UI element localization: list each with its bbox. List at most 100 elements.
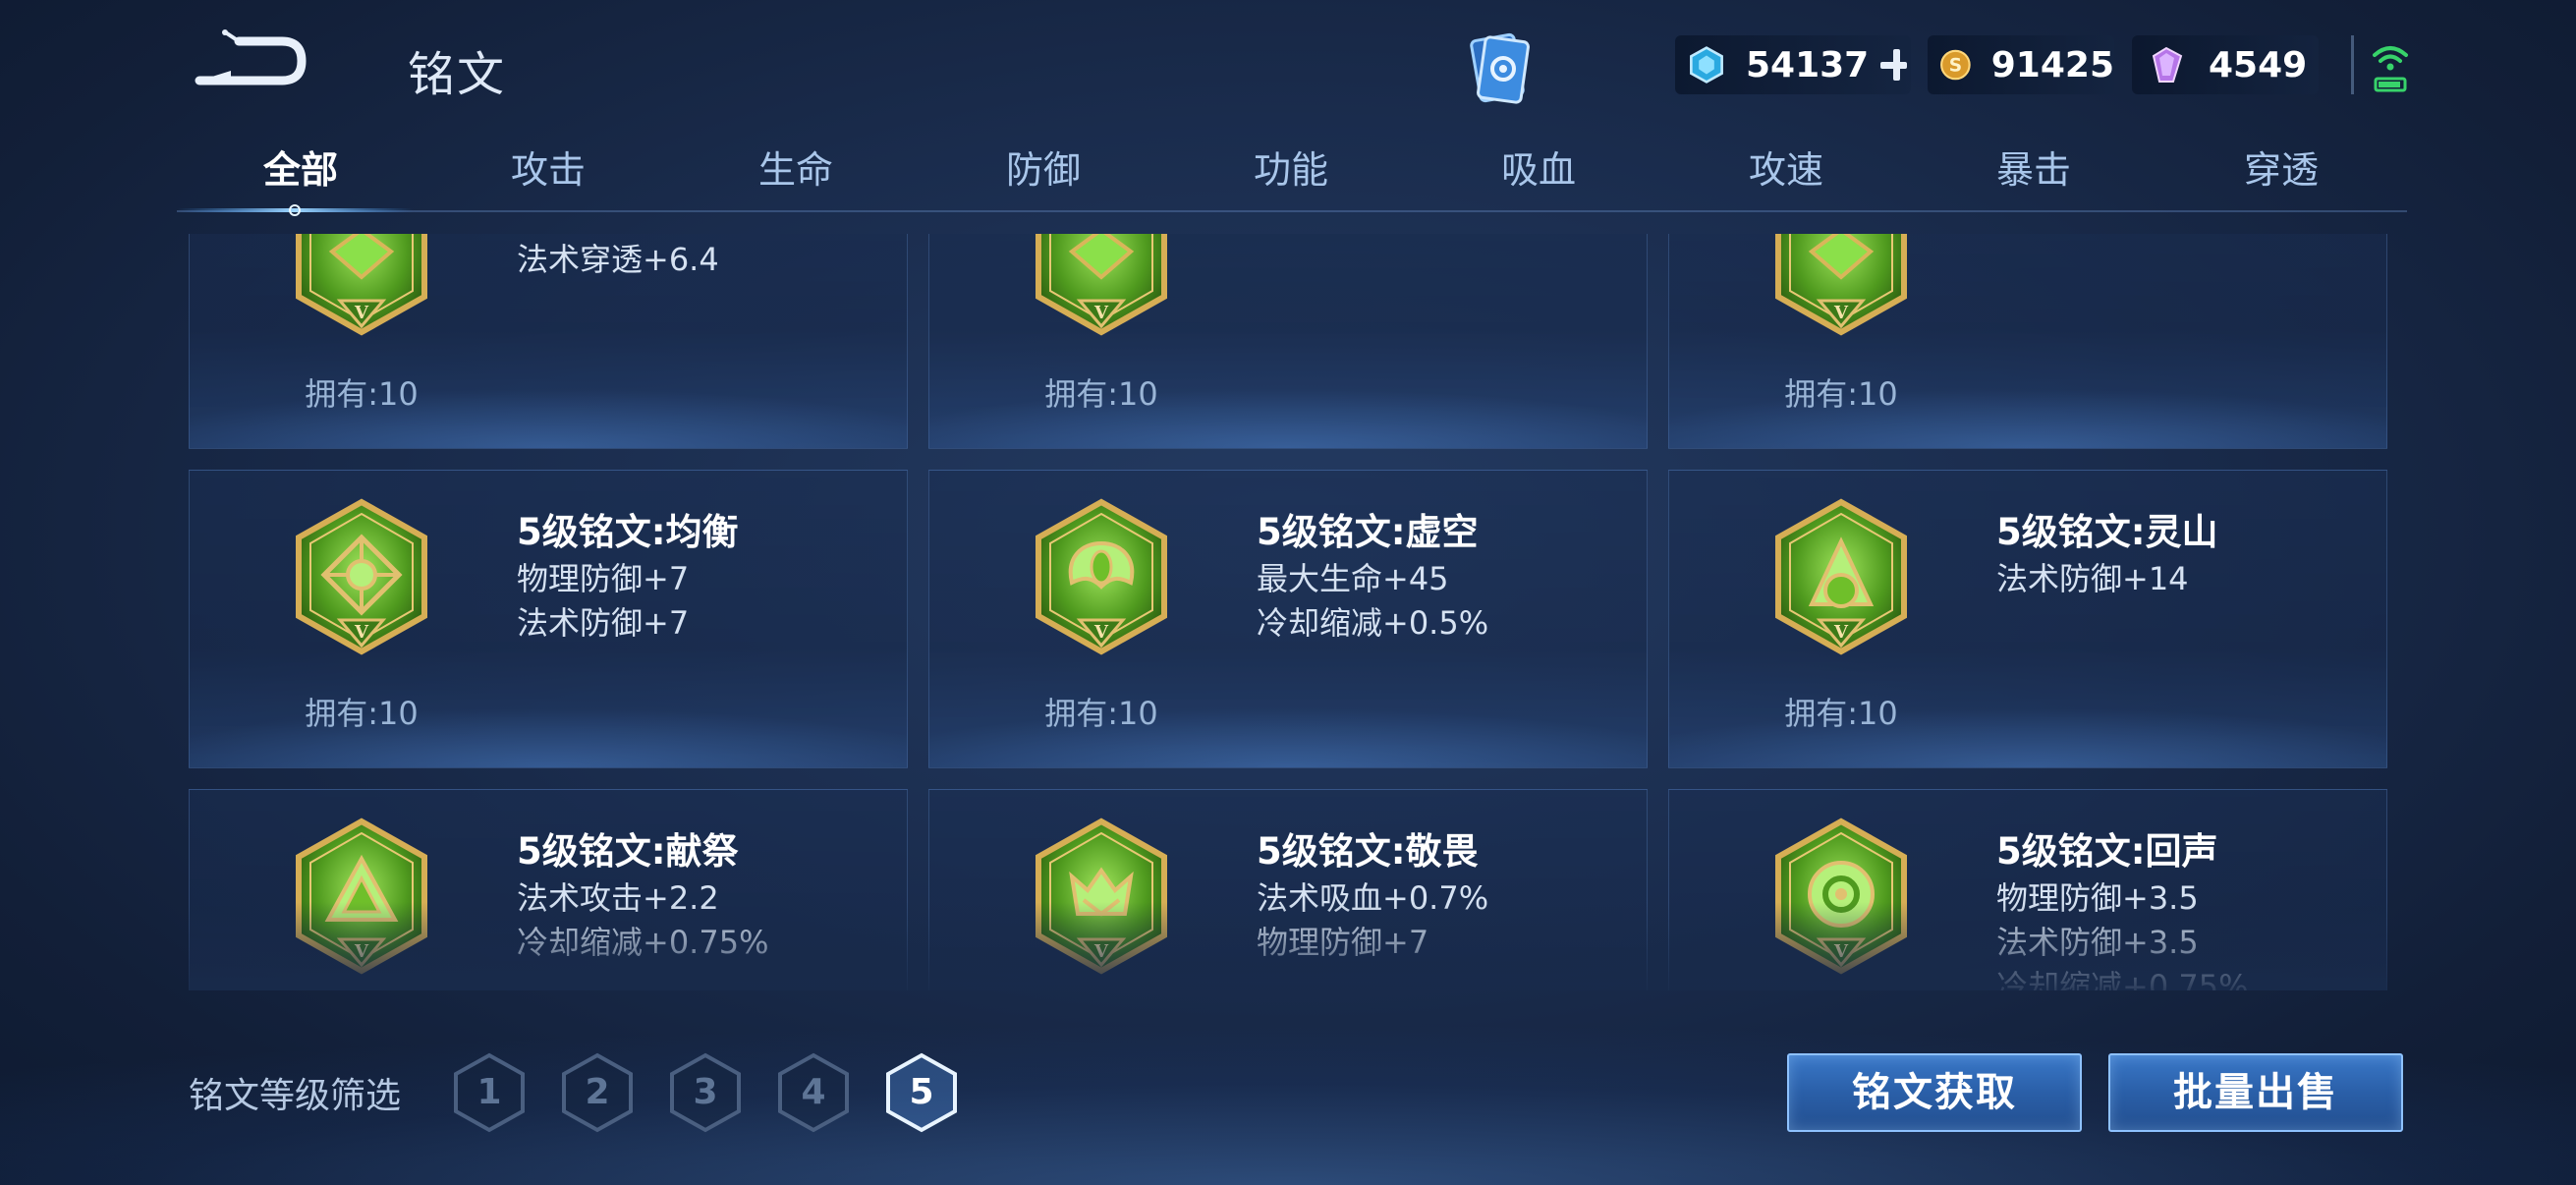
page-title: 铭文 bbox=[408, 47, 507, 102]
rune-card[interactable]: V 5级铭文:均衡物理防御+7 法术防御+7 拥有:10 bbox=[189, 470, 908, 768]
rune-stat: 冷却缩减+0.75% bbox=[1996, 968, 2249, 990]
card-deck-icon bbox=[1470, 32, 1530, 104]
rune-name: 5级铭文:灵山 bbox=[1996, 511, 2218, 553]
rune-name: 5级铭文:献祭 bbox=[517, 830, 739, 873]
tab-all[interactable]: 全部 bbox=[177, 138, 424, 211]
svg-text:V: V bbox=[1833, 303, 1849, 323]
rune-emblem-icon: V bbox=[1775, 818, 1907, 975]
tab-utility[interactable]: 功能 bbox=[1167, 138, 1415, 211]
diamond-coupon-icon bbox=[1690, 46, 1723, 84]
batch-sell-button[interactable]: 批量出售 bbox=[2108, 1053, 2403, 1132]
rune-emblem-icon: V bbox=[1775, 234, 1907, 336]
gold-coin-icon: S bbox=[1940, 49, 1971, 81]
svg-text:V: V bbox=[1833, 941, 1849, 962]
rune-list[interactable]: V 法术穿透+6.4 拥有:10 V 拥有:10 V 拥有:10 V 5级铭文:均衡 物理防御+7… bbox=[189, 234, 2387, 990]
rune-name: 5级铭文:虚空 bbox=[1257, 511, 1479, 553]
gold-coin-counter: S 91425 bbox=[1928, 35, 2114, 94]
tabs-divider bbox=[177, 210, 2407, 212]
rune-stats: 物理防御+7 法术防御+7 bbox=[517, 557, 689, 646]
rune-stats: 法术攻击+2.2 冷却缩减+0.75% bbox=[517, 876, 768, 965]
svg-text:V: V bbox=[354, 303, 369, 323]
rune-owned-count: 拥有:10 bbox=[1044, 375, 1158, 413]
rune-stat: 法术防御+7 bbox=[517, 604, 690, 642]
level-filter-label-5: 5 bbox=[909, 1072, 934, 1112]
rune-stat: 法术穿透+6.4 bbox=[517, 241, 719, 278]
rune-emblem-icon: V bbox=[296, 818, 427, 975]
top-bar: 铭文 54137 S 91425 4549 bbox=[0, 0, 2576, 128]
rune-emblem-icon: V bbox=[1036, 234, 1167, 336]
svg-text:V: V bbox=[1093, 941, 1109, 962]
rune-card[interactable]: V 5级铭文:灵山 法术防御+14 拥有:10 bbox=[1668, 470, 2387, 768]
diamond-coupon-counter: 54137 bbox=[1675, 35, 1911, 94]
rune-stats: 最大生命+45 冷却缩减+0.5% bbox=[1257, 557, 1488, 646]
rune-stat: 物理防御+7 bbox=[517, 560, 690, 597]
rune-name: 5级铭文:均衡 bbox=[517, 511, 739, 553]
rune-owned-count: 拥有:10 bbox=[305, 695, 419, 732]
rune-stats: 法术吸血+0.7% 物理防御+7 bbox=[1257, 876, 1488, 965]
rune-owned-count: 拥有:10 bbox=[1784, 695, 1898, 732]
rune-stat: 冷却缩减+0.75% bbox=[517, 924, 769, 961]
header-divider bbox=[2351, 35, 2354, 94]
rune-stat: 法术攻击+2.2 bbox=[517, 879, 719, 917]
level-filter-2[interactable]: 2 bbox=[560, 1051, 635, 1134]
rune-card-icon[interactable] bbox=[1454, 28, 1542, 112]
level-filter-3[interactable]: 3 bbox=[668, 1051, 743, 1134]
tab-penetration[interactable]: 穿透 bbox=[2157, 138, 2405, 211]
category-tabs: 全部 攻击 生命 防御 功能 吸血 攻速 暴击 穿透 bbox=[177, 138, 2407, 211]
rune-stat: 最大生命+45 bbox=[1257, 560, 1449, 597]
rune-card[interactable]: V5级铭文:敬畏法术吸血+0.7%物理防御+7拥有:10 bbox=[928, 789, 1648, 990]
level-filter-label-3: 3 bbox=[693, 1072, 718, 1112]
svg-text:V: V bbox=[1093, 303, 1109, 323]
level-filter-label-4: 4 bbox=[801, 1072, 826, 1112]
level-filter-5[interactable]: 5 bbox=[884, 1051, 959, 1134]
level-filter-label: 铭文等级筛选 bbox=[189, 1076, 402, 1116]
svg-text:V: V bbox=[1093, 622, 1109, 643]
tab-attack[interactable]: 攻击 bbox=[424, 138, 672, 211]
rune-emblem-icon: V bbox=[1036, 818, 1167, 975]
crystal-counter: 4549 bbox=[2132, 35, 2319, 94]
rune-name: 5级铭文:敬畏 bbox=[1257, 830, 1479, 873]
rune-stats: 物理防御+3.5 法术防御+3.5 冷却缩减+0.75% bbox=[1996, 876, 2248, 990]
rune-stat: 物理防御+3.5 bbox=[1996, 879, 2199, 917]
rune-stat: 冷却缩减+0.5% bbox=[1257, 604, 1489, 642]
rune-stats: 法术防御+14 bbox=[1996, 557, 2189, 601]
wifi-signal-icon bbox=[2373, 46, 2408, 92]
get-runes-button[interactable]: 铭文获取 bbox=[1787, 1053, 2082, 1132]
rune-owned-count: 拥有:10 bbox=[1044, 695, 1158, 732]
level-filter-label-2: 2 bbox=[585, 1072, 610, 1112]
gold-coin-value: 91425 bbox=[1990, 44, 2114, 85]
svg-text:V: V bbox=[354, 622, 369, 643]
svg-text:V: V bbox=[354, 941, 369, 962]
rune-card[interactable]: V 拥有:10 bbox=[928, 234, 1648, 449]
rune-card[interactable]: V 拥有:10 bbox=[1668, 234, 2387, 449]
rune-card[interactable]: V5级铭文:回声物理防御+3.5法术防御+3.5冷却缩减+0.75%拥有:10 bbox=[1668, 789, 2387, 990]
rune-card[interactable]: V5级铭文:献祭法术攻击+2.2冷却缩减+0.75%拥有:10 bbox=[189, 789, 908, 990]
recharge-plus-button[interactable] bbox=[1876, 45, 1911, 85]
svg-text:S: S bbox=[1949, 55, 1962, 76]
level-filter-label-1: 1 bbox=[476, 1072, 502, 1112]
crystal-icon bbox=[2152, 46, 2183, 83]
rune-stats: 法术穿透+6.4 bbox=[517, 238, 719, 282]
diamond-coupon-value: 54137 bbox=[1745, 44, 1870, 85]
rune-emblem-icon: V bbox=[1036, 498, 1167, 655]
rune-emblem-icon: V bbox=[296, 234, 427, 336]
tab-defense[interactable]: 防御 bbox=[920, 138, 1167, 211]
rune-stat: 物理防御+7 bbox=[1257, 924, 1429, 961]
svg-text:V: V bbox=[1833, 622, 1849, 643]
rune-owned-count: 拥有:10 bbox=[305, 375, 419, 413]
level-filter-4[interactable]: 4 bbox=[776, 1051, 851, 1134]
back-button[interactable] bbox=[192, 28, 309, 96]
level-filter-1[interactable]: 1 bbox=[452, 1051, 527, 1134]
back-arrow-icon bbox=[195, 29, 307, 85]
rune-emblem-icon: V bbox=[296, 498, 427, 655]
tab-health[interactable]: 生命 bbox=[672, 138, 920, 211]
crystal-value: 4549 bbox=[2209, 44, 2308, 85]
rune-card[interactable]: V 法术穿透+6.4 拥有:10 bbox=[189, 234, 908, 449]
active-tab-indicator bbox=[177, 204, 413, 216]
tab-lifesteal[interactable]: 吸血 bbox=[1415, 138, 1662, 211]
tab-attack-speed[interactable]: 攻速 bbox=[1662, 138, 1910, 211]
rune-owned-count: 拥有:10 bbox=[1784, 375, 1898, 413]
rune-emblem-icon: V bbox=[1775, 498, 1907, 655]
tab-critical[interactable]: 暴击 bbox=[1910, 138, 2157, 211]
rune-card[interactable]: V 5级铭文:虚空最大生命+45 冷却缩减+0.5% 拥有:10 bbox=[928, 470, 1648, 768]
